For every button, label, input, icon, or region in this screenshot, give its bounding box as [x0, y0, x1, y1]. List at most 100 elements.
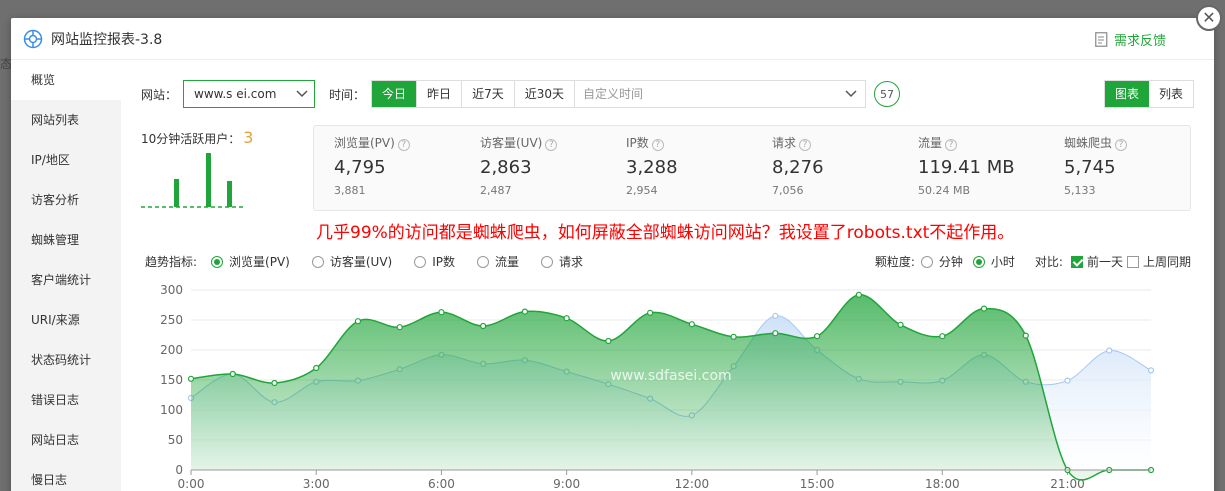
view-button[interactable]: 列表 [1149, 81, 1193, 107]
sidebar-item[interactable]: 蜘蛛管理 [11, 220, 121, 260]
data-point[interactable] [354, 318, 362, 325]
sidebar-item[interactable]: 状态码统计 [11, 340, 121, 380]
site-label: 网站： [141, 87, 178, 102]
help-icon[interactable]: ? [397, 139, 410, 151]
data-point[interactable] [772, 312, 779, 319]
chart-watermark: www.sdfasei.com [610, 368, 731, 384]
data-point[interactable] [939, 333, 946, 340]
x-tick-label: 6:00 [428, 477, 455, 491]
sidebar-item[interactable]: 慢日志 [11, 460, 121, 491]
data-point[interactable] [688, 321, 695, 328]
time-range-group: 今日 昨日 近7天 近30天 自定义时间 [371, 80, 866, 108]
data-point[interactable] [980, 305, 988, 312]
sidebar-item[interactable]: 网站列表 [11, 100, 121, 140]
custom-time-input[interactable]: 自定义时间 [575, 81, 865, 107]
time-range-button[interactable]: 今日 [372, 81, 418, 107]
sidebar-item[interactable]: 访客分析 [11, 180, 121, 220]
help-icon[interactable]: ? [651, 139, 664, 151]
chevron-down-icon [296, 90, 308, 98]
help-icon[interactable]: ? [545, 139, 558, 151]
metric-option[interactable]: IP数 [414, 253, 455, 270]
sidebar-item[interactable]: 错误日志 [11, 380, 121, 420]
help-icon[interactable]: ? [799, 139, 812, 151]
sidebar-item[interactable]: 客户端统计 [11, 260, 121, 300]
x-tick-label: 18:00 [925, 477, 960, 491]
granularity-option[interactable]: 小时 [972, 253, 1015, 270]
y-tick-label: 250 [160, 313, 183, 327]
data-point[interactable] [813, 333, 821, 340]
sidebar-item[interactable]: 网站日志 [11, 420, 121, 460]
granularity-option[interactable]: 分钟 [920, 253, 963, 270]
data-point[interactable] [1022, 332, 1029, 339]
radio-icon [211, 255, 224, 268]
stat-previous: 7,056 [772, 184, 804, 197]
checkbox-icon [1070, 255, 1083, 268]
data-point[interactable] [313, 364, 320, 372]
feedback-label: 需求反馈 [1113, 34, 1166, 49]
radio-icon [920, 255, 933, 268]
data-point[interactable] [187, 375, 195, 382]
compare-option[interactable]: 前一天 [1070, 253, 1123, 270]
y-tick-label: 300 [160, 283, 183, 297]
active-users-sparkline [141, 153, 246, 208]
overview-panel: 网站： www.s ei.com 时间： 今日 昨日 近7天 近30天 自定义时间 5… [121, 60, 1214, 491]
site-select[interactable]: www.s ei.com [183, 80, 316, 108]
radio-icon [541, 255, 554, 268]
dialog-title: 网站监控报表-3.8 [51, 31, 163, 48]
data-point[interactable] [271, 379, 278, 387]
sidebar-item[interactable]: 概览 [11, 60, 121, 100]
data-point[interactable] [229, 370, 236, 378]
compare-option[interactable]: 上周同期 [1126, 253, 1191, 270]
feedback-link[interactable]: 需求反馈 [1095, 30, 1166, 49]
data-point[interactable] [438, 309, 445, 316]
spark-bar [206, 153, 211, 207]
time-range-button[interactable]: 近7天 [462, 81, 515, 107]
stat-card: 请求? 8,276 7,056 [772, 134, 912, 197]
stat-card: 访客量(UV)? 2,863 2,487 [480, 134, 620, 197]
compare-option-label: 上周同期 [1142, 255, 1191, 269]
help-icon[interactable]: ? [1115, 139, 1128, 151]
close-button[interactable]: ✕ [1196, 5, 1222, 31]
active-users: 10分钟活跃用户： 3 [141, 128, 253, 147]
series-area [191, 294, 1151, 480]
stat-card: 蜘蛛爬虫? 5,745 5,133 [1064, 134, 1204, 197]
y-tick-label: 0 [175, 463, 183, 477]
data-point[interactable] [1106, 347, 1113, 354]
data-point[interactable] [647, 309, 654, 316]
data-point[interactable] [1064, 377, 1071, 384]
view-button[interactable]: 图表 [1104, 81, 1149, 107]
data-point[interactable] [1147, 367, 1155, 374]
stat-name: 流量 [918, 136, 943, 150]
view-toggle: 图表 列表 [1103, 80, 1194, 108]
metric-option[interactable]: 请求 [541, 253, 583, 270]
stat-name: 访客量(UV) [480, 136, 543, 150]
data-point[interactable] [480, 322, 487, 330]
metric-option[interactable]: 流量 [477, 253, 519, 270]
radio-icon [311, 255, 324, 268]
metric-option[interactable]: 访客量(UV) [311, 253, 392, 270]
data-point[interactable] [772, 330, 779, 337]
radio-icon [972, 255, 985, 268]
sidebar-item[interactable]: IP/地区 [11, 140, 121, 180]
monitor-logo-icon [23, 29, 43, 48]
data-point[interactable] [855, 291, 862, 298]
data-point[interactable] [730, 333, 737, 340]
metric-option[interactable]: 浏览量(PV) [211, 253, 290, 270]
chevron-down-icon [845, 90, 857, 98]
data-point[interactable] [897, 321, 904, 328]
data-point[interactable] [563, 315, 570, 322]
sidebar-item[interactable]: URI/来源 [11, 300, 121, 340]
radio-icon [477, 255, 489, 268]
data-point[interactable] [605, 337, 612, 345]
stat-value: 2,863 [480, 157, 532, 178]
refresh-countdown[interactable]: 57 [873, 81, 900, 107]
compare-options: 前一天 上周同期 [1070, 253, 1195, 270]
stat-previous: 50.24 MB [918, 184, 971, 197]
help-icon[interactable]: ? [945, 139, 958, 151]
data-point[interactable] [396, 324, 403, 331]
time-range-button[interactable]: 近30天 [515, 81, 575, 107]
stat-value: 119.41 MB [918, 157, 1015, 178]
time-range-button[interactable]: 昨日 [417, 81, 463, 107]
data-point[interactable] [521, 308, 529, 315]
compare-option-label: 前一天 [1086, 255, 1123, 269]
